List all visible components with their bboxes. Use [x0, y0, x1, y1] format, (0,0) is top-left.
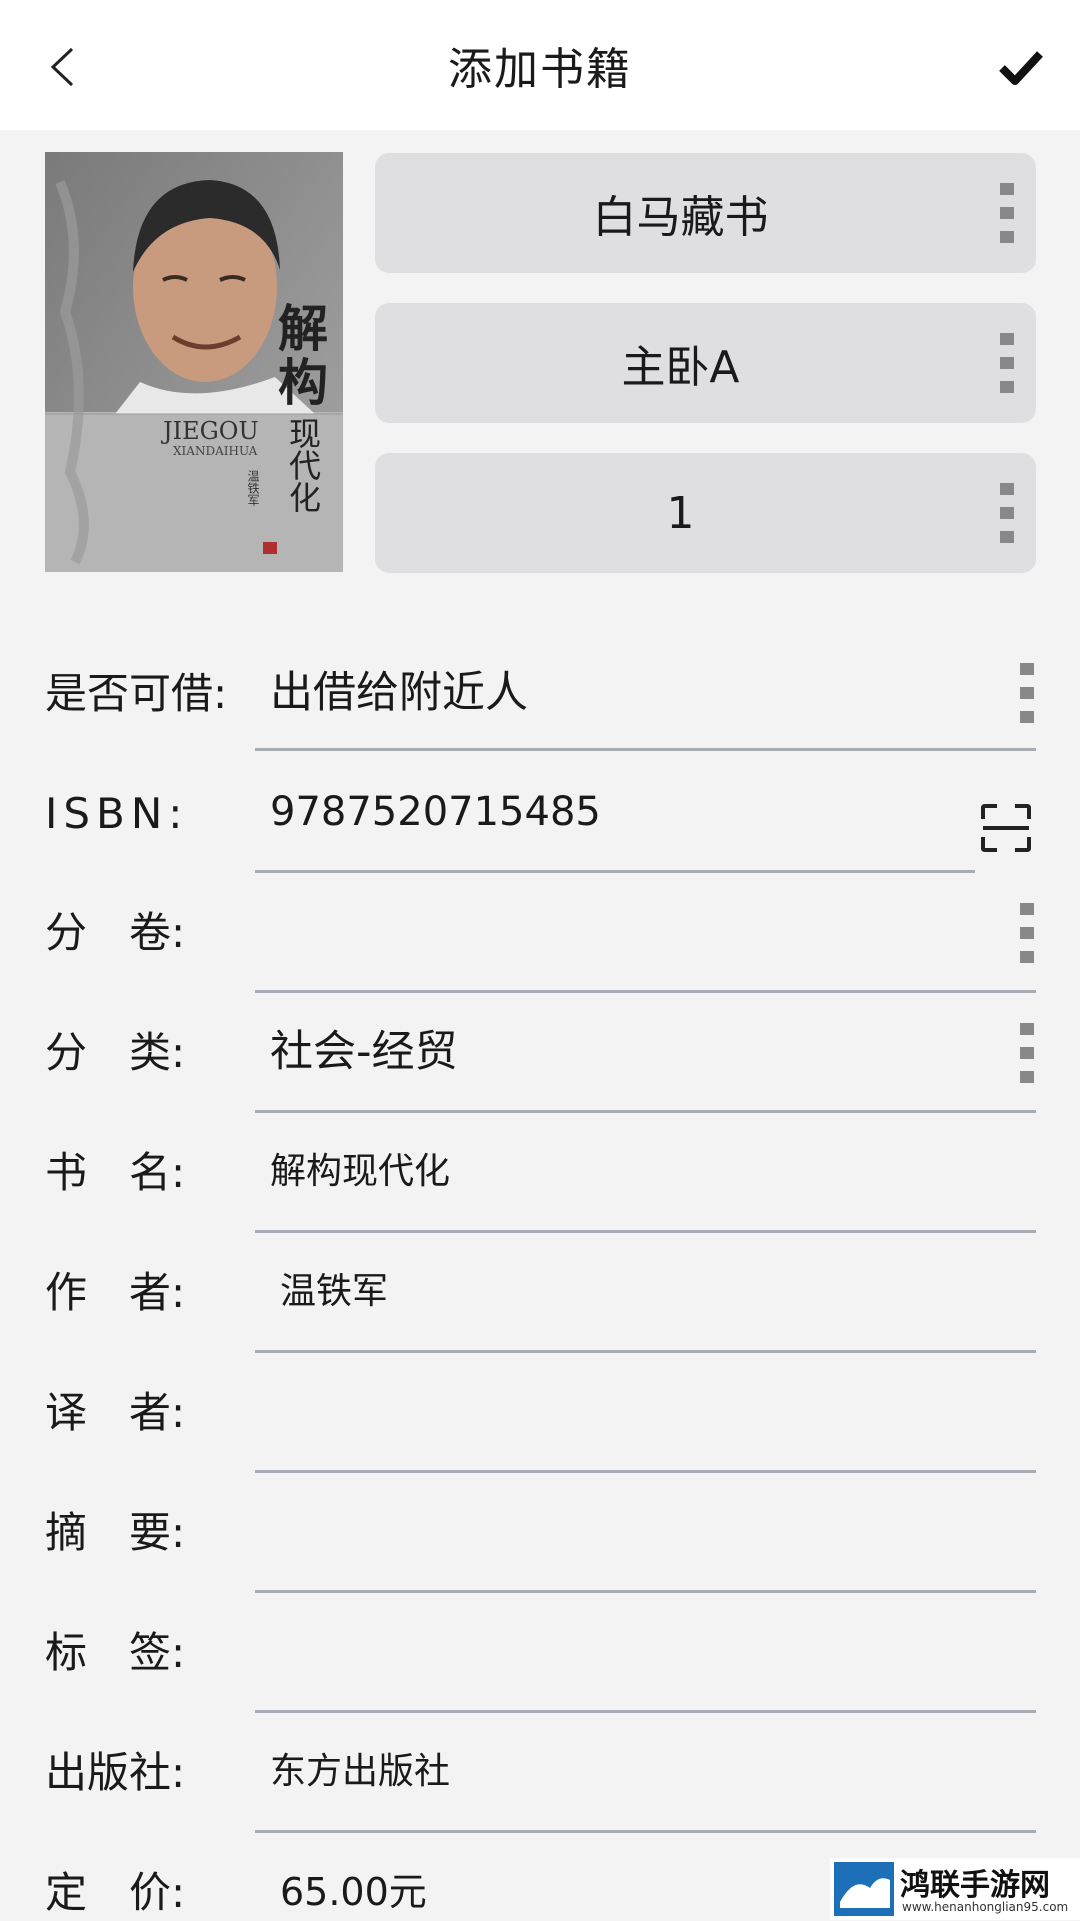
- cover-subtitle: 现代化: [284, 417, 322, 513]
- tags-underline: [255, 1710, 1036, 1713]
- watermark-logo-icon: [834, 1862, 894, 1916]
- cover-author: 温铁军: [246, 470, 260, 506]
- summary-underline: [255, 1590, 1036, 1593]
- isbn-label: ISBN:: [45, 789, 189, 838]
- title-label: 书 名:: [45, 1148, 186, 1197]
- shelf-number: 1: [666, 487, 695, 539]
- isbn-underline: [255, 870, 975, 873]
- shelf-selector[interactable]: 1: [375, 453, 1036, 573]
- scan-icon[interactable]: [980, 803, 1032, 853]
- tags-label: 标 签:: [45, 1628, 186, 1677]
- title-underline: [255, 1230, 1036, 1233]
- more-vert-icon[interactable]: [1020, 903, 1034, 963]
- title-input[interactable]: 解构现代化: [270, 1144, 450, 1200]
- more-vert-icon[interactable]: [1000, 333, 1014, 393]
- price-label: 定 价:: [45, 1868, 186, 1917]
- publisher-label: 出版社:: [45, 1748, 186, 1797]
- author-input[interactable]: 温铁军: [280, 1264, 388, 1320]
- more-vert-icon[interactable]: [1020, 1023, 1034, 1083]
- more-vert-icon[interactable]: [1000, 183, 1014, 243]
- cover-pinyin-sub: XIANDAIHUA: [173, 444, 258, 458]
- library-name: 白马藏书: [592, 192, 769, 243]
- room-selector[interactable]: 主卧A: [375, 303, 1036, 423]
- publisher-input[interactable]: 东方出版社: [270, 1744, 450, 1800]
- category-value[interactable]: 社会-经贸: [270, 1024, 458, 1080]
- more-vert-icon[interactable]: [1000, 483, 1014, 543]
- page-title: 添加书籍: [448, 44, 632, 95]
- watermark-url: www.henanhonglian95.com: [902, 1900, 1069, 1914]
- loanable-underline: [255, 748, 1036, 751]
- translator-underline: [255, 1470, 1036, 1473]
- cover-title-char: 构: [278, 354, 328, 412]
- price-input[interactable]: 65.00元: [280, 1864, 427, 1920]
- watermark: 鸿联手游网 www.henanhonglian95.com: [830, 1858, 1080, 1920]
- author-label: 作 者:: [45, 1268, 186, 1317]
- more-vert-icon[interactable]: [1020, 663, 1034, 723]
- check-icon[interactable]: [998, 48, 1044, 88]
- room-name: 主卧A: [621, 342, 740, 393]
- summary-label: 摘 要:: [45, 1508, 186, 1557]
- library-selector[interactable]: 白马藏书: [375, 153, 1036, 273]
- cover-pinyin: JIEGOU: [163, 417, 259, 445]
- book-cover-image[interactable]: 解 构 现代化 JIEGOU XIANDAIHUA 温铁军: [45, 152, 343, 572]
- watermark-name: 鸿联手游网: [900, 1868, 1050, 1903]
- loanable-value[interactable]: 出借给附近人: [270, 665, 528, 721]
- isbn-input[interactable]: 9787520715485: [270, 784, 601, 840]
- volume-label: 分 卷:: [45, 908, 186, 957]
- loanable-label: 是否可借:: [45, 669, 228, 718]
- publisher-underline: [255, 1830, 1036, 1833]
- category-label: 分 类:: [45, 1028, 186, 1077]
- top-bar: 添加书籍: [0, 0, 1080, 130]
- category-underline: [255, 1110, 1036, 1113]
- translator-label: 译 者:: [45, 1388, 186, 1437]
- cover-title: 解 构: [273, 302, 333, 410]
- cover-title-char: 解: [278, 300, 328, 358]
- author-underline: [255, 1350, 1036, 1353]
- volume-underline: [255, 990, 1036, 993]
